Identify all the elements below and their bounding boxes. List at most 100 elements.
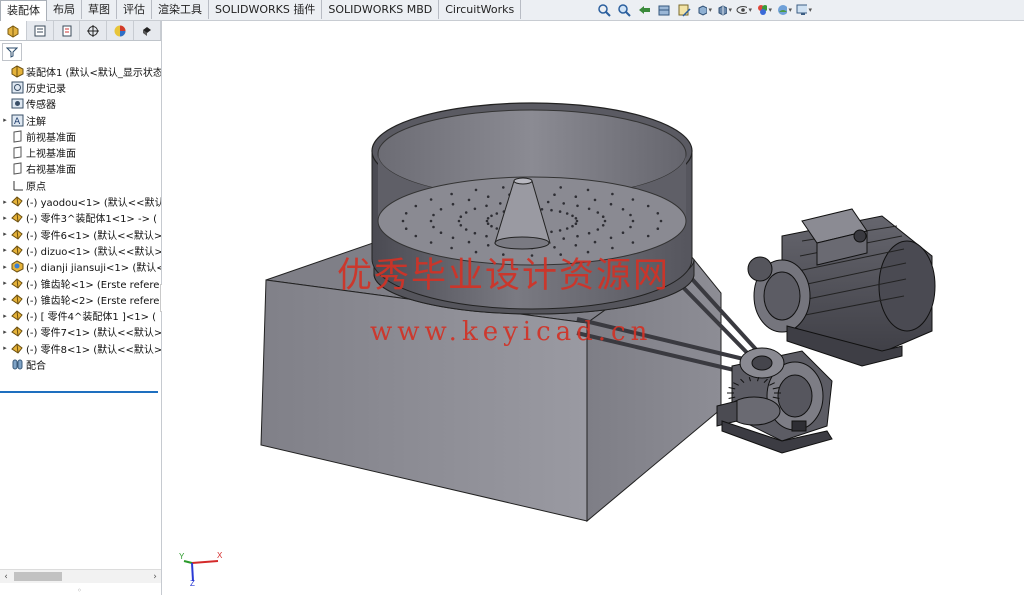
tree-item-label: (-) yaodou<1> (默认<<默认 [26, 198, 161, 210]
expand-arrow-icon[interactable]: ▸ [0, 263, 10, 271]
tree-item[interactable]: 传感器 [0, 96, 161, 112]
edit-appearance-icon[interactable]: ▾ [756, 3, 772, 18]
sieve-hole [611, 192, 614, 196]
rollback-bar[interactable] [0, 391, 158, 393]
sieve-hole [596, 228, 600, 231]
dynamic-annotation-icon[interactable] [676, 3, 692, 18]
featuremanager-tab-icon[interactable] [0, 21, 27, 40]
triad-y-label: Y [179, 552, 185, 561]
expand-arrow-icon[interactable]: ▸ [0, 246, 10, 254]
plane-icon [10, 162, 24, 175]
horizontal-scrollbar[interactable]: ‹ › [0, 569, 161, 583]
sieve-hole [450, 192, 453, 196]
view-settings-icon[interactable]: ▾ [796, 3, 812, 18]
section-view-icon[interactable] [656, 3, 672, 18]
sieve-hole [464, 211, 468, 214]
model-view [260, 102, 936, 523]
tree-item[interactable]: ▸ A 注解 [0, 112, 161, 128]
configurationmanager-tab-icon[interactable] [54, 21, 81, 40]
sieve-hole [562, 237, 565, 240]
tree-item-label: (-) 零件8<1> (默认<<默认> [26, 344, 161, 356]
graphics-area[interactable]: 优秀毕业设计资源网 www.keyicad.cn X Y Z [162, 21, 1024, 595]
origin-icon [10, 179, 24, 192]
sieve-hole [473, 207, 477, 211]
expand-arrow-icon[interactable]: ▸ [0, 116, 10, 124]
tree-item[interactable]: 装配体1 (默认<默认_显示状态- [0, 63, 161, 79]
tree-item[interactable]: 原点 [0, 177, 161, 193]
zoom-to-area-icon[interactable] [616, 3, 632, 18]
tree-item[interactable]: ▸ (-) 零件3^装配体1<1> -> ( [0, 210, 161, 226]
svg-text:A: A [14, 117, 21, 127]
scroll-right-icon[interactable]: › [149, 570, 161, 583]
sieve-hole [631, 219, 635, 223]
tree-item[interactable]: ▸ (-) 锥齿轮<1> (Erste refere [0, 275, 161, 291]
tab-sketch[interactable]: 草图 [82, 0, 117, 19]
part-icon [10, 228, 24, 241]
sieve-hole [587, 231, 591, 235]
expand-arrow-icon[interactable]: ▸ [0, 312, 10, 320]
tree-item[interactable]: ▸ (-) yaodou<1> (默认<<默认 [0, 193, 161, 209]
apply-scene-icon[interactable]: ▾ [776, 3, 792, 18]
sieve-hole [571, 214, 574, 218]
propertymanager-tab-icon[interactable] [27, 21, 54, 40]
expand-arrow-icon[interactable]: ▸ [0, 214, 10, 222]
sieve-hole [485, 234, 488, 238]
tree-item[interactable]: 配合 [0, 356, 161, 372]
tree-item[interactable]: 历史记录 [0, 79, 161, 95]
cam-tab-icon[interactable] [134, 21, 161, 40]
tree-item-label: 历史记录 [26, 83, 66, 95]
sieve-hole [659, 219, 663, 223]
expand-arrow-icon[interactable]: ▸ [0, 230, 10, 238]
sieve-hole [601, 215, 605, 218]
sieve-hole [546, 200, 550, 204]
expand-arrow-icon[interactable]: ▸ [0, 328, 10, 336]
sieve-hole [432, 225, 435, 229]
expand-arrow-icon[interactable]: ▸ [0, 198, 10, 206]
sieve-hole [596, 211, 600, 214]
tab-assembly[interactable]: 装配体 [0, 0, 47, 21]
sieve-hole [609, 202, 613, 206]
tab-layout[interactable]: 布局 [47, 0, 82, 19]
previous-view-icon[interactable] [636, 3, 652, 18]
sieve-hole [550, 230, 553, 234]
tree-item[interactable]: 上视基准面 [0, 144, 161, 160]
tree-item[interactable]: ▸ (-) 锥齿轮<2> (Erste refere [0, 291, 161, 307]
expand-arrow-icon[interactable]: ▸ [0, 344, 10, 352]
sieve-hole [499, 202, 502, 205]
tree-item[interactable]: ▸ (-) 零件6<1> (默认<<默认> [0, 226, 161, 242]
tab-evaluate[interactable]: 评估 [117, 0, 152, 19]
tree-item[interactable]: ▸ (-) dizuo<1> (默认<<默认> [0, 242, 161, 258]
tree-item[interactable]: ▸ (-) 零件8<1> (默认<<默认> [0, 340, 161, 356]
panel-resize-grip[interactable]: ◦ [77, 586, 82, 595]
hide-show-items-icon[interactable]: ▾ [736, 3, 752, 18]
tab-solidworks-mbd[interactable]: SOLIDWORKS MBD [322, 0, 440, 19]
dimxpertmanager-tab-icon[interactable] [80, 21, 108, 40]
zoom-to-fit-icon[interactable] [596, 3, 612, 18]
sieve-hole [558, 229, 562, 232]
filter-icon[interactable] [2, 43, 22, 61]
triad-z-label: Z [190, 579, 195, 587]
sieve-hole [459, 224, 463, 227]
tab-solidworks-addins[interactable]: SOLIDWORKS 插件 [209, 0, 323, 19]
tab-render-tools[interactable]: 渲染工具 [152, 0, 209, 19]
expand-arrow-icon[interactable]: ▸ [0, 279, 10, 287]
sieve-hole [490, 224, 493, 228]
scroll-thumb[interactable] [14, 572, 62, 581]
watermark-title: 优秀毕业设计资源网 [337, 256, 671, 296]
tree-item[interactable]: ▸ (-) [ 零件4^装配体1 ]<1> ( [0, 307, 161, 323]
sieve-hole [467, 198, 471, 202]
tree-item-label: 装配体1 (默认<默认_显示状态- [26, 67, 161, 79]
displaymanager-tab-icon[interactable] [107, 21, 135, 40]
tree-item[interactable]: 前视基准面 [0, 128, 161, 144]
tree-item-label: 原点 [26, 181, 46, 193]
tree-item[interactable]: ▸ (-) dianji jiansuji<1> (默认< [0, 259, 161, 275]
sieve-hole [656, 212, 660, 215]
display-style-icon[interactable]: ▾ [716, 3, 732, 18]
expand-arrow-icon[interactable]: ▸ [0, 295, 10, 303]
scroll-left-icon[interactable]: ‹ [0, 570, 12, 583]
tree-item-label: 配合 [26, 360, 46, 372]
tree-item[interactable]: 右视基准面 [0, 161, 161, 177]
view-orientation-icon[interactable]: ▾ [696, 3, 712, 18]
tab-circuitworks[interactable]: CircuitWorks [439, 0, 522, 19]
tree-item[interactable]: ▸ (-) 零件7<1> (默认<<默认> [0, 324, 161, 340]
